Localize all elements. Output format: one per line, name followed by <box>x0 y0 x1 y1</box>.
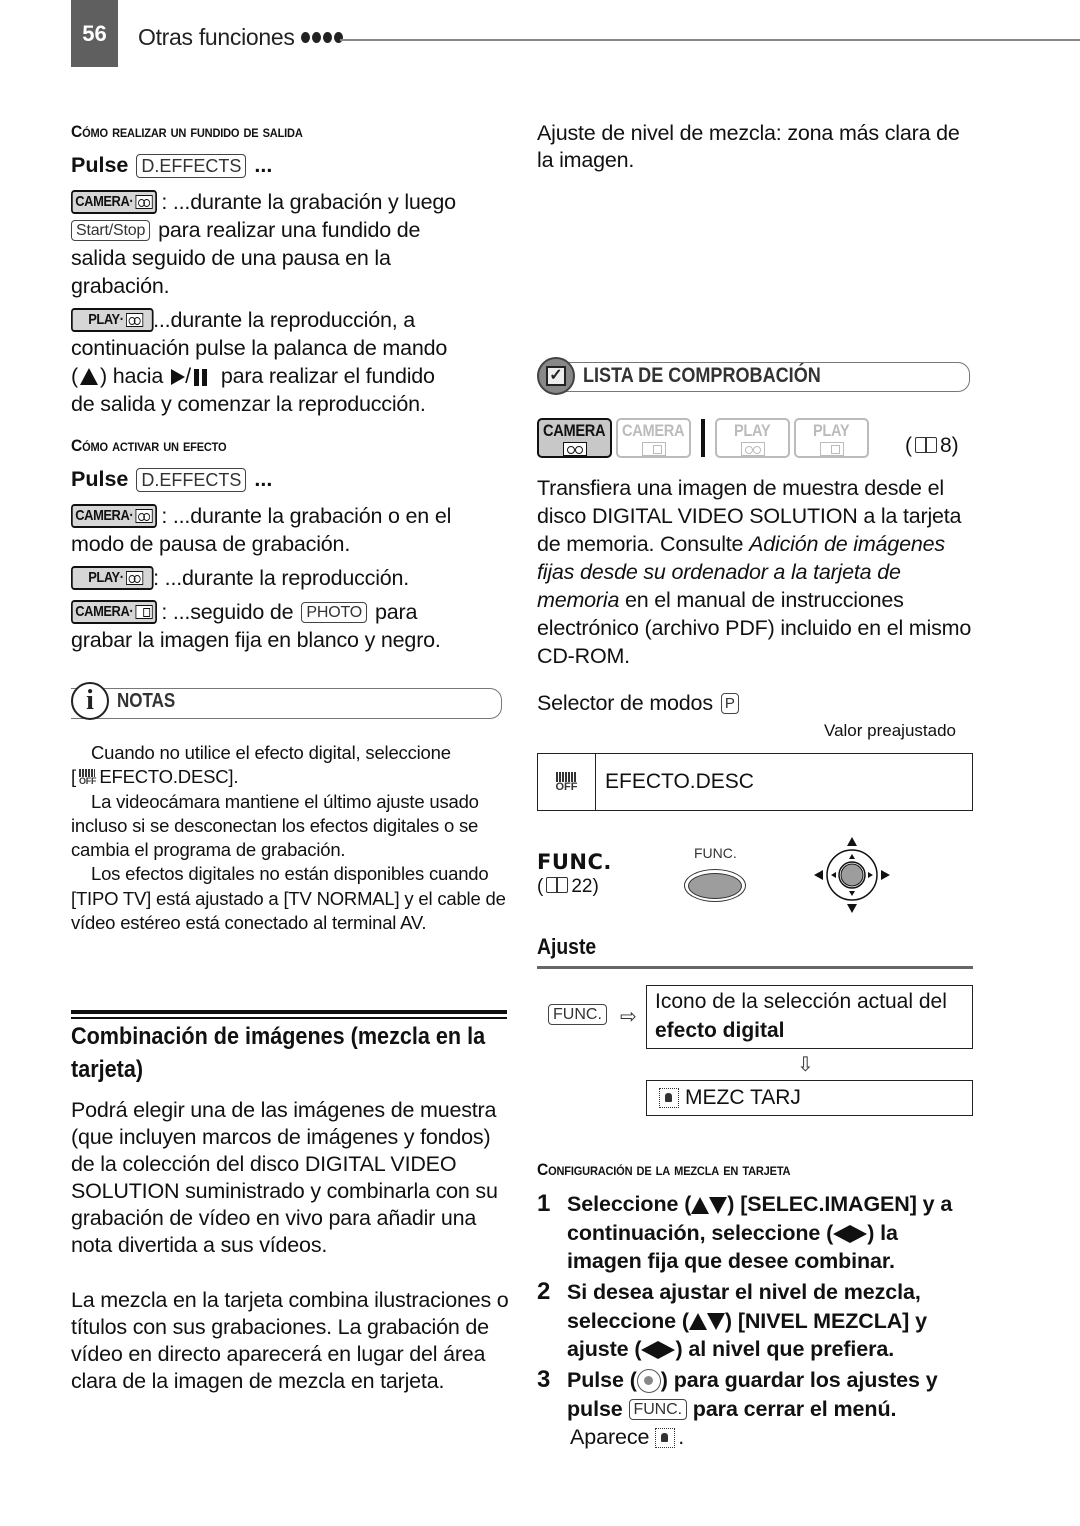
mode-camera-tape: CAMERA <box>537 418 612 458</box>
effect-pulse-line: Pulse D.EFFECTS ... <box>71 467 273 492</box>
card-mix-icon <box>659 1088 679 1108</box>
effect-off-icon: OFF <box>538 754 596 810</box>
ajuste-rule <box>537 966 973 969</box>
step-item: 3 Pulse () para guardar los ajustes y pu… <box>537 1366 938 1449</box>
down-arrow-icon <box>709 1196 728 1214</box>
play-pause-icon: / <box>171 362 207 390</box>
func-page-reference: (22) <box>537 876 599 897</box>
checklist-title: LISTA DE COMPROBACIÓN <box>583 364 821 387</box>
up-arrow-icon <box>79 367 98 385</box>
step-item: 2 Si desea ajustar el nivel de mezcla, s… <box>537 1278 927 1361</box>
down-arrow-icon: ⇩ <box>797 1054 814 1076</box>
mode-play-tape: PLAY <box>715 418 790 458</box>
section-rule-thin <box>71 1017 507 1019</box>
info-icon: i <box>71 682 109 720</box>
note-item: La videocámara mantiene el último ajuste… <box>71 790 479 861</box>
card-mix-para-2: La mezcla en la tarjeta combina ilustrac… <box>71 1288 509 1393</box>
camera-card-mode-icon: CAMERA· <box>71 600 158 624</box>
card-mix-icon <box>655 1428 676 1449</box>
mode-separator <box>701 419 705 457</box>
func-key[interactable]: FUNC. <box>548 1004 607 1025</box>
ajuste-heading: Ajuste <box>537 934 597 959</box>
preset-label: Valor preajustado <box>824 721 956 740</box>
start-stop-key[interactable]: Start/Stop <box>71 219 151 241</box>
func-button-icon <box>684 869 746 902</box>
section-title: Otras funciones <box>138 24 295 50</box>
camera-tape-mode-icon: CAMERA· <box>71 504 158 528</box>
config-heading: Configuración de la mezcla en tarjeta <box>537 1160 791 1179</box>
card-mix-title: Combinación de imágenes (mezcla en la ta… <box>71 1023 486 1083</box>
d-effects-key[interactable]: D.EFFECTS <box>136 467 247 492</box>
header-rule <box>340 39 1080 41</box>
fade-camera-paragraph: CAMERA· : ...durante la grabación y lueg… <box>71 190 456 298</box>
func-button-caption: FUNC. <box>694 845 737 861</box>
fade-play-paragraph: PLAY· ...durante la reproducción, a cont… <box>71 308 448 416</box>
mode-play-card: PLAY <box>794 418 869 458</box>
up-arrow-icon <box>691 1196 710 1214</box>
checklist-icon: ✓ <box>537 357 575 395</box>
mix-level-note: Ajuste de nivel de mezcla: zona más clar… <box>537 121 960 172</box>
joystick-icon <box>814 837 890 913</box>
book-icon <box>915 437 937 453</box>
right-arrow-icon <box>850 1224 868 1243</box>
section-rule <box>71 1010 507 1014</box>
fade-pulse-line: Pulse D.EFFECTS ... <box>71 153 272 178</box>
notes-list: Cuando no utilice el efecto digital, sel… <box>71 741 507 935</box>
effect-off-icon: OFF <box>78 768 97 786</box>
page-reference: (8) <box>905 434 959 457</box>
page-number: 56 <box>71 0 118 67</box>
step-item: 1 Seleccione () [SELEC.IMAGEN] y a conti… <box>537 1190 953 1273</box>
effect-heading: Cómo activar un efecto <box>71 436 227 455</box>
book-icon <box>546 877 569 893</box>
camera-tape-mode-icon: CAMERA· <box>71 190 158 214</box>
play-tape-mode-icon: PLAY· <box>71 308 154 332</box>
card-mix-para-1: Podrá elegir una de las imágenes de mues… <box>71 1098 498 1257</box>
func-key[interactable]: FUNC. <box>628 1399 687 1421</box>
card-mix-setting-box: MEZC TARJ <box>646 1080 973 1116</box>
note-item: Los efectos digitales no están disponibl… <box>71 863 506 934</box>
mode-selector: Selector de modos P <box>537 689 739 717</box>
right-arrow-icon <box>658 1341 676 1360</box>
fade-heading: Cómo realizar un fundido de salida <box>71 122 303 141</box>
notes-title: NOTAS <box>117 690 176 712</box>
transfer-paragraph: Transfiera una imagen de muestra desde e… <box>537 476 972 668</box>
photo-key[interactable]: PHOTO <box>301 601 368 623</box>
current-selection-box: Icono de la selección actual del efecto … <box>646 985 973 1049</box>
effect-paragraph: CAMERA· : ...durante la grabación o en e… <box>71 504 452 652</box>
header-dots <box>301 32 343 43</box>
pulse-label: Pulse <box>71 153 129 177</box>
note-item: Cuando no utilice el efecto digital, sel… <box>71 742 451 788</box>
ellipsis: ... <box>254 153 273 177</box>
up-arrow-icon <box>688 1313 707 1331</box>
down-arrow-icon <box>706 1313 725 1331</box>
preset-value-box: OFF EFECTO.DESC <box>537 753 973 811</box>
right-arrow-icon: ⇨ <box>620 1006 637 1028</box>
left-arrow-icon <box>641 1341 659 1360</box>
joystick-press-icon <box>636 1369 661 1394</box>
steps-list: 1 Seleccione () [SELEC.IMAGEN] y a conti… <box>537 1190 977 1454</box>
play-tape-mode-icon: PLAY· <box>71 566 154 590</box>
left-arrow-icon <box>833 1224 851 1243</box>
program-mode-key: P <box>720 692 739 714</box>
mode-availability-row: CAMERA CAMERA PLAY PLAY <box>537 418 869 458</box>
mode-camera-card: CAMERA <box>616 418 691 458</box>
d-effects-key[interactable]: D.EFFECTS <box>136 153 247 178</box>
func-label: FUNC. <box>537 850 612 874</box>
